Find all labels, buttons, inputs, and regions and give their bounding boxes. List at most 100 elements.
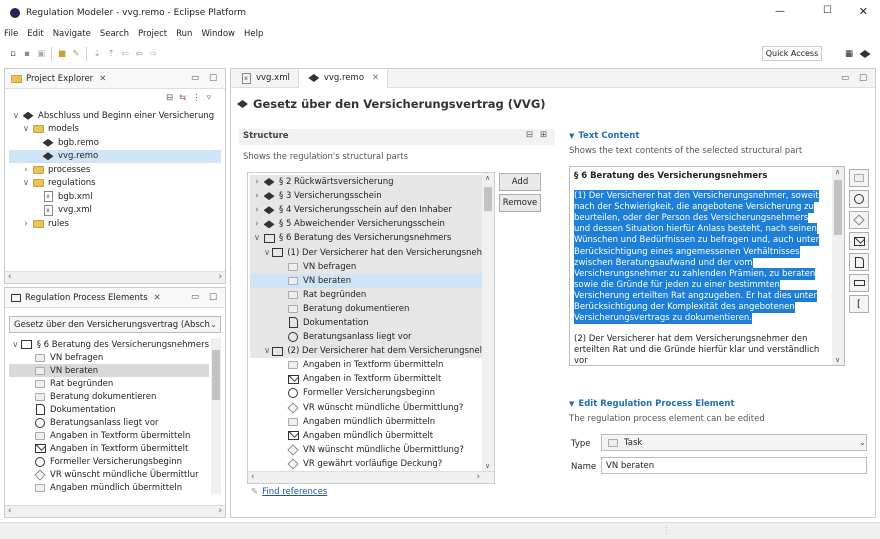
structure-tree-item[interactable]: Beratung dokumentieren [250,301,482,316]
chevron-down-icon[interactable]: ∨ [21,124,31,134]
chevron-down-icon[interactable]: ▿ [207,93,211,103]
type-select[interactable]: Task ⌄ [601,434,867,451]
chevron-right-icon[interactable]: › [21,165,31,175]
pen-icon[interactable]: ✎ [69,47,83,61]
structure-tree-item[interactable]: ∨ § 6 Beratung des Versicherungsnehmers [250,231,482,246]
minimize-icon[interactable]: ▭ [191,292,199,302]
message-palette-button[interactable] [849,232,869,250]
name-input[interactable]: VN beraten [601,457,867,474]
regulation-element-item[interactable]: Angaben in Textform übermitteln [9,429,209,442]
project-tree-item[interactable]: x bgb.xml [9,190,221,204]
structure-tree-item[interactable]: › § 2 Rückwärtsversicherung [250,175,482,190]
annotation-palette-button[interactable]: [ [849,295,869,313]
chevron-right-icon[interactable]: › [21,219,31,229]
project-explorer-close[interactable]: ✕ [99,74,106,84]
back-icon[interactable]: ⇦ [132,47,146,61]
menu-edit[interactable]: Edit [27,29,43,39]
regulation-element-item[interactable]: Beratung dokumentieren [9,390,209,403]
structure-tree-item[interactable]: Dokumentation [250,315,482,331]
text-content-area[interactable]: § 6 Beratung des Versicherungsnehmers (1… [569,166,845,366]
structure-tree-item[interactable]: Angaben in Textform übermittelt [250,372,482,387]
structure-tree-item[interactable]: Beratungsanlass liegt vor [250,330,482,345]
open-folder-icon[interactable]: ■ [55,47,69,61]
data-palette-button[interactable] [849,274,869,292]
collapse-all-icon[interactable]: ⊟ [526,130,533,140]
save-icon[interactable]: ▪ [20,47,34,61]
minimize-icon[interactable]: ▭ [191,73,199,83]
project-tree-item[interactable]: x vvg.xml [9,204,221,218]
project-tree-item[interactable]: vvg.remo [9,149,221,163]
close-tab-icon[interactable]: ✕ [372,73,379,83]
find-references-link[interactable]: ✎ Find references [251,487,327,497]
gateway-palette-button[interactable] [849,211,869,229]
chevron-right-icon[interactable]: › [252,191,262,201]
add-button[interactable]: Add [499,173,541,191]
chevron-right-icon[interactable]: › [252,177,262,187]
regulation-element-item[interactable]: Beratungsanlass liegt vor [9,416,209,429]
forward-icon[interactable]: ⇨ [146,47,160,61]
document-palette-button[interactable] [849,253,869,271]
menu-file[interactable]: File [4,29,18,39]
chevron-down-icon[interactable]: ∨ [11,111,21,121]
regulation-element-item[interactable]: Rat begründen [9,377,209,390]
structure-tree-item[interactable]: VR gewährt vorläufige Deckung? [250,456,482,471]
maximize-button[interactable]: ☐ [823,5,832,16]
regulation-element-item[interactable]: Formeller Versicherungsbeginn [9,455,209,468]
new-icon[interactable]: ▫ [6,47,20,61]
menu-help[interactable]: Help [244,29,263,39]
structure-tree-item[interactable]: VN beraten [250,273,482,288]
find-references-label[interactable]: Find references [262,487,327,497]
chevron-down-icon[interactable]: ∨ [11,340,20,350]
regulation-element-item[interactable]: VR wünscht mündliche Übermittlur [9,468,209,481]
horizontal-scrollbar[interactable]: ‹ › [5,271,225,283]
edit-section-header[interactable]: ▼ Edit Regulation Process Element [569,399,735,409]
next-annotation-icon[interactable]: ⇣ [90,47,104,61]
structure-tree-item[interactable]: › § 4 Versicherungsschein auf den Inhaber [250,203,482,218]
vertical-scrollbar[interactable] [211,338,221,494]
view-menu-icon[interactable]: ⋮ [192,93,201,103]
project-tree-item[interactable]: ∨ models [9,123,221,137]
structure-tree-item[interactable]: › § 5 Abweichender Versicherungsschein [250,217,482,232]
open-perspective-icon[interactable]: ▦ [842,47,856,61]
structure-tree-item[interactable]: › § 3 Versicherungsschein [250,189,482,204]
menu-navigate[interactable]: Navigate [53,29,91,39]
structure-tree-item[interactable]: VR wünscht mündliche Übermittlung? [250,400,482,415]
structure-tree-item[interactable]: Angaben mündlich übermittelt [250,428,482,443]
text-content-section-header[interactable]: ▼ Text Content [569,131,639,141]
regulation-element-item[interactable]: ∨ § 6 Beratung des Versicherungsnehmers [9,338,209,351]
regulation-element-item[interactable]: Angaben in Textform übermittelt [9,442,209,455]
vertical-scrollbar[interactable]: ∧ ∨ [482,173,494,471]
structure-tree-item[interactable]: Rat begründen [250,287,482,302]
menu-run[interactable]: Run [176,29,192,39]
remove-button[interactable]: Remove [499,194,541,212]
structure-tree-item[interactable]: VN wünscht mündliche Übermittlung? [250,442,482,457]
horizontal-scrollbar[interactable]: ‹ › [248,471,494,483]
remo-perspective-icon[interactable] [858,47,872,61]
structure-tree-item[interactable]: Angaben in Textform übermitteln [250,358,482,373]
project-tree-item[interactable]: › processes [9,163,221,177]
maximize-icon[interactable]: □ [209,73,217,83]
regulation-select[interactable]: Gesetz über den Versicherungsvertrag (Ab… [9,316,221,333]
editor-tab[interactable]: vvg.remo ✕ [298,68,389,88]
expand-all-icon[interactable]: ⊞ [540,130,547,140]
maximize-icon[interactable]: □ [209,292,217,302]
project-tree-item[interactable]: ∨ regulations [9,177,221,191]
menu-window[interactable]: Window [201,29,235,39]
minimize-button[interactable]: — [775,6,785,17]
prev-annotation-icon[interactable]: ⇡ [104,47,118,61]
chevron-down-icon[interactable]: ∨ [252,233,262,243]
chevron-right-icon[interactable]: › [252,219,262,229]
structure-tree-item[interactable]: ∨ (2) Der Versicherer hat dem Versicherun… [250,344,482,359]
minimize-icon[interactable]: ▭ [841,73,849,83]
chevron-down-icon[interactable]: ∨ [21,178,31,188]
task-palette-button[interactable] [849,169,869,187]
event-palette-button[interactable] [849,190,869,208]
vertical-scrollbar[interactable]: ∧ ∨ [832,167,844,365]
structure-tree-item[interactable]: Angaben mündlich übermitteln [250,414,482,429]
chevron-right-icon[interactable]: › [252,205,262,215]
structure-tree-item[interactable]: ∨ (1) Der Versicherer hat den Versicherun… [250,245,482,260]
menu-search[interactable]: Search [100,29,129,39]
last-edit-icon[interactable]: ⇦ [118,47,132,61]
structure-tree-item[interactable]: VN befragen [250,259,482,274]
regulation-elements-close[interactable]: ✕ [154,293,161,303]
